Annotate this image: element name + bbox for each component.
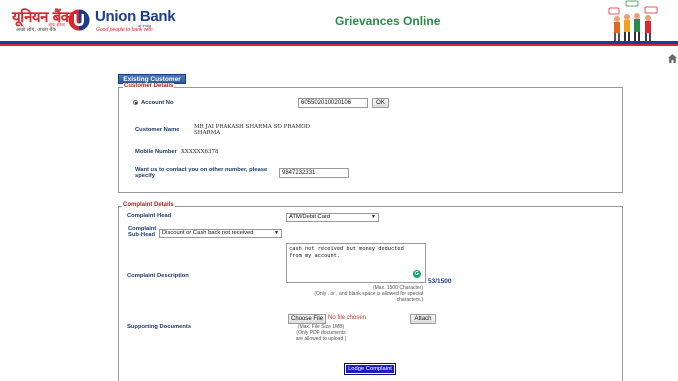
page-title: Grievances Online: [335, 14, 441, 28]
alt-contact-label-line2: specify: [135, 173, 155, 179]
complaint-head-value: ATM/Debit Card: [289, 214, 331, 220]
choose-file-button[interactable]: Choose File: [288, 314, 326, 324]
chevron-down-icon: ▼: [274, 230, 279, 236]
lodge-complaint-button[interactable]: Lodge Complaint: [344, 363, 396, 375]
complaint-head-label: Complaint Head: [127, 213, 172, 219]
logo-english-tagline: Good people to bank with: [96, 27, 153, 33]
grammarly-icon[interactable]: G: [413, 270, 421, 278]
description-hint-line3: characters.): [396, 297, 423, 303]
union-bank-logo-icon: [68, 9, 90, 31]
character-counter: 53/1500: [428, 278, 452, 285]
logo-hindi-tagline: अच्छे लोग, अच्छा बैंक: [16, 27, 57, 33]
complaint-head-select[interactable]: ATM/Debit Card ▼: [286, 213, 379, 222]
customer-service-people-icon: [608, 0, 658, 44]
complaint-subhead-value: Discount or Cash back not received: [162, 230, 254, 236]
home-icon[interactable]: [667, 53, 678, 64]
complaint-details-legend: Complaint Details: [122, 202, 175, 208]
complaint-description-textarea[interactable]: cash not received but money deducted fro…: [286, 243, 426, 283]
customer-name-value-line2: SHARMA: [194, 130, 221, 136]
customer-name-label: Customer Name: [135, 127, 180, 133]
no-file-chosen-text: No file chosen: [328, 315, 367, 321]
account-no-input[interactable]: 605502010020106: [298, 98, 368, 108]
supporting-documents-label: Supporting Documents: [127, 324, 192, 330]
header-stripe-red: [0, 44, 678, 46]
account-no-label: Account No: [141, 100, 174, 106]
site-header: यूनियन बैंक ऑफ इंडिया अच्छे लोग, अच्छा ब…: [0, 0, 678, 44]
ok-button[interactable]: OK: [372, 98, 389, 108]
customer-details-section: [118, 87, 623, 193]
mobile-number-label: Mobile Number: [135, 149, 177, 155]
attach-button[interactable]: Attach: [410, 314, 436, 324]
customer-details-legend: Customer Details: [123, 83, 175, 89]
complaint-description-label: Complaint Description: [127, 273, 189, 279]
complaint-subhead-label-line2: Sub-Head: [128, 232, 156, 238]
complaint-subhead-select[interactable]: Discount or Cash back not received ▼: [159, 229, 282, 238]
file-hint-line3: are allowed to upload.): [295, 336, 347, 342]
account-no-radio[interactable]: [133, 100, 138, 105]
alt-contact-input[interactable]: 9847232331: [279, 168, 349, 178]
logo-english-text: Union Bank: [95, 8, 176, 25]
chevron-down-icon: ▼: [371, 214, 376, 220]
mobile-number-value: XXXXXX6378: [181, 149, 219, 155]
